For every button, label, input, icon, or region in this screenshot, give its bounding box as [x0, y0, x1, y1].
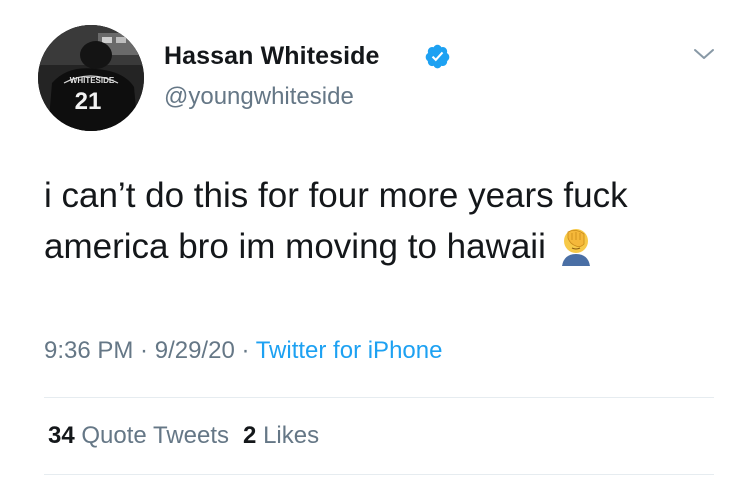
meta-separator: ·: [234, 337, 256, 364]
likes-count: 2: [243, 422, 257, 449]
tweet-text-line-2: america bro im moving to hawaii: [44, 221, 724, 272]
tweet-meta: 9:36 PM · 9/29/20 · Twitter for iPhone: [44, 337, 442, 365]
likes-label: Likes: [263, 422, 320, 449]
quote-tweets-label: Quote Tweets: [81, 422, 230, 449]
tweet-card: WHITESIDE 21 Hassan Whiteside @youngwhit…: [0, 0, 755, 483]
tweet-source-link[interactable]: Twitter for iPhone: [256, 337, 443, 364]
meta-separator: ·: [133, 337, 155, 364]
face-palm-emoji-icon: [561, 229, 590, 266]
avatar-jersey-number: 21: [75, 88, 102, 115]
chevron-down-icon[interactable]: [690, 44, 718, 64]
tweet-date[interactable]: 9/29/20: [155, 337, 235, 364]
avatar[interactable]: WHITESIDE 21: [38, 25, 144, 131]
tweet-text-line-1: i can’t do this for four more years fuck: [44, 176, 628, 215]
tweet-text-line-2-text: america bro im moving to hawaii: [44, 227, 546, 266]
tweet-text: i can’t do this for four more years fuck…: [44, 170, 724, 272]
likes-stat[interactable]: 2 Likes: [243, 422, 319, 449]
quote-tweets-stat[interactable]: 34 Quote Tweets: [48, 422, 229, 449]
verified-badge-icon: [425, 44, 450, 69]
user-handle[interactable]: @youngwhiteside: [164, 83, 354, 111]
divider: [44, 474, 714, 475]
quote-tweets-count: 34: [48, 422, 75, 449]
avatar-jersey-name: WHITESIDE: [70, 76, 115, 85]
tweet-time[interactable]: 9:36 PM: [44, 337, 133, 364]
display-name[interactable]: Hassan Whiteside: [164, 42, 380, 71]
tweet-stats: 34 Quote Tweets 2 Likes: [48, 422, 319, 450]
divider: [44, 397, 714, 398]
avatar-image: WHITESIDE 21: [38, 25, 144, 131]
